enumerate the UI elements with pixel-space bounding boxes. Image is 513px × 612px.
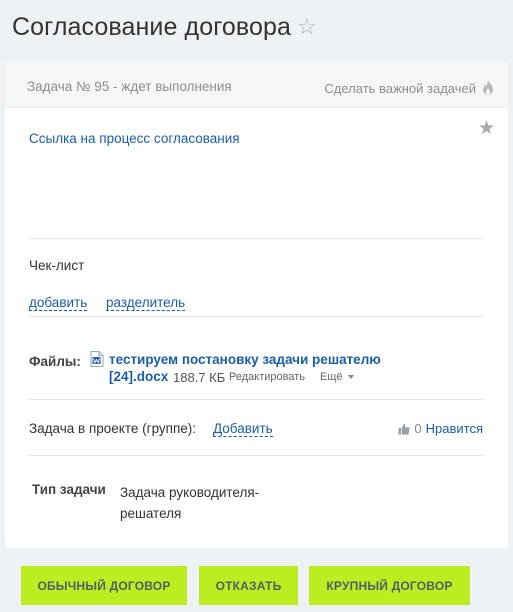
reject-button[interactable]: Отказать bbox=[199, 566, 298, 605]
task-type-label: Тип задачи bbox=[32, 482, 106, 497]
regular-contract-button[interactable]: Обычный договор bbox=[21, 566, 187, 605]
files-label: Файлы: bbox=[29, 354, 81, 369]
make-important-button[interactable]: Сделать важной задачей bbox=[324, 80, 494, 96]
title-star-icon[interactable]: ☆ bbox=[297, 16, 317, 38]
file-size: 188.7 КБ bbox=[173, 370, 226, 385]
flame-icon bbox=[483, 80, 493, 95]
make-important-label: Сделать важной задачей bbox=[324, 80, 476, 96]
divider bbox=[29, 316, 483, 317]
task-type-value: Задача руководителя-решателя bbox=[120, 485, 260, 521]
favorite-star-icon[interactable]: ★ bbox=[478, 119, 495, 138]
process-link[interactable]: Ссылка на процесс согласования bbox=[29, 131, 240, 146]
file-more-label: Ещё bbox=[320, 371, 343, 383]
like-count: 0 bbox=[414, 421, 422, 436]
like-label: Нравится bbox=[425, 421, 483, 436]
task-status: Задача № 95 - ждет выполнения bbox=[27, 79, 232, 94]
file-more-dropdown[interactable]: Ещё bbox=[320, 371, 354, 383]
task-card: Задача № 95 - ждет выполнения Сделать ва… bbox=[5, 63, 508, 548]
like-widget[interactable]: 0 Нравится bbox=[398, 421, 483, 436]
task-card-header: Задача № 95 - ждет выполнения Сделать ва… bbox=[5, 63, 508, 108]
divider bbox=[29, 238, 483, 239]
checklist-title: Чек-лист bbox=[29, 258, 85, 273]
checklist-separator-link[interactable]: разделитель bbox=[106, 295, 186, 311]
divider bbox=[29, 455, 483, 456]
page-title: Согласование договора bbox=[12, 12, 292, 41]
docx-file-icon bbox=[90, 351, 104, 367]
file-name-link-continued[interactable]: [24].docx bbox=[109, 369, 168, 384]
file-edit-button[interactable]: Редактировать bbox=[229, 371, 305, 383]
chevron-down-icon bbox=[347, 375, 354, 379]
page-header: Согласование договора ☆ bbox=[12, 10, 317, 44]
thumbs-up-icon bbox=[398, 423, 411, 434]
file-name-link[interactable]: тестируем постановку задачи решателю bbox=[109, 352, 381, 367]
project-label: Задача в проекте (группе): bbox=[29, 421, 197, 436]
large-contract-button[interactable]: Крупный договор bbox=[309, 566, 470, 605]
project-add-link[interactable]: Добавить bbox=[213, 421, 273, 437]
checklist-add-link[interactable]: добавить bbox=[29, 295, 88, 311]
divider bbox=[29, 399, 483, 400]
